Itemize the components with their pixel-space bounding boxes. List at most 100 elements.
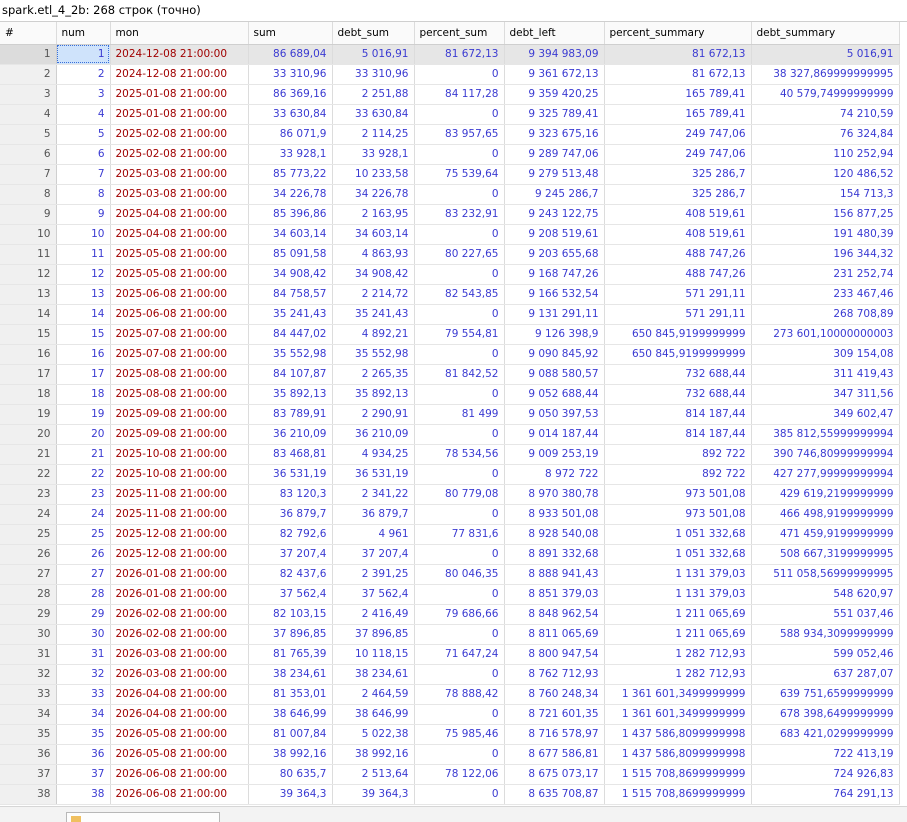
cell-debt-summary[interactable]: 268 708,89 (751, 304, 900, 325)
cell-num[interactable]: 16 (56, 344, 111, 365)
table-row[interactable]: 27 27 2026-01-08 21:00:00 82 437,6 2 391,25 8… (0, 564, 900, 585)
cell-row-number[interactable]: 22 (0, 464, 57, 485)
table-row[interactable]: 9 9 2025-04-08 21:00:00 85 396,86 2 163,95 83… (0, 204, 900, 225)
cell-debt-summary[interactable]: 273 601,10000000003 (751, 324, 900, 345)
cell-sum[interactable]: 84 107,87 (248, 364, 333, 385)
cell-mon[interactable]: 2025-03-08 21:00:00 (110, 184, 249, 205)
cell-debt-left[interactable]: 8 972 722 (504, 464, 605, 485)
cell-row-number[interactable]: 33 (0, 684, 57, 705)
table-row[interactable]: 3 3 2025-01-08 21:00:00 86 369,16 2 251,88 84… (0, 84, 900, 105)
cell-sum[interactable]: 82 437,6 (248, 564, 333, 585)
cell-percent-sum[interactable]: 75 539,64 (414, 164, 505, 185)
cell-debt-sum[interactable]: 2 391,25 (332, 564, 415, 585)
cell-num[interactable]: 22 (56, 464, 111, 485)
cell-row-number[interactable]: 38 (0, 784, 57, 805)
cell-row-number[interactable]: 14 (0, 304, 57, 325)
cell-num[interactable]: 15 (56, 324, 111, 345)
cell-debt-left[interactable]: 8 928 540,08 (504, 524, 605, 545)
cell-row-number[interactable]: 19 (0, 404, 57, 425)
cell-row-number[interactable]: 20 (0, 424, 57, 445)
column-header-debt-summary[interactable]: debt_summary (751, 22, 900, 45)
cell-row-number[interactable]: 25 (0, 524, 57, 545)
table-row[interactable]: 18 18 2025-08-08 21:00:00 35 892,13 35 892,1… (0, 384, 900, 405)
cell-percent-summary[interactable]: 165 789,41 (604, 84, 752, 105)
cell-percent-sum[interactable]: 0 (414, 344, 505, 365)
table-row[interactable]: 12 12 2025-05-08 21:00:00 34 908,42 34 908,4… (0, 264, 900, 285)
cell-percent-sum[interactable]: 81 499 (414, 404, 505, 425)
cell-row-number[interactable]: 23 (0, 484, 57, 505)
cell-debt-summary[interactable]: 511 058,56999999995 (751, 564, 900, 585)
cell-debt-sum[interactable]: 2 114,25 (332, 124, 415, 145)
cell-num[interactable]: 33 (56, 684, 111, 705)
cell-percent-summary[interactable]: 650 845,9199999999 (604, 344, 752, 365)
cell-debt-sum[interactable]: 36 879,7 (332, 504, 415, 525)
cell-debt-summary[interactable]: 427 277,99999999994 (751, 464, 900, 485)
cell-num[interactable]: 34 (56, 704, 111, 725)
cell-debt-left[interactable]: 9 050 397,53 (504, 404, 605, 425)
cell-num[interactable]: 23 (56, 484, 111, 505)
results-grid[interactable]: # num mon sum debt_sum percent_sum debt_left pe… (0, 21, 907, 807)
table-row[interactable]: 33 33 2026-04-08 21:00:00 81 353,01 2 464,59… (0, 684, 900, 705)
cell-row-number[interactable]: 10 (0, 224, 57, 245)
cell-num[interactable]: 25 (56, 524, 111, 545)
cell-debt-sum[interactable]: 36 210,09 (332, 424, 415, 445)
cell-debt-summary[interactable]: 191 480,39 (751, 224, 900, 245)
cell-debt-left[interactable]: 9 052 688,44 (504, 384, 605, 405)
cell-num[interactable]: 37 (56, 764, 111, 785)
cell-debt-sum[interactable]: 33 928,1 (332, 144, 415, 165)
table-row[interactable]: 10 10 2025-04-08 21:00:00 34 603,14 34 603,1… (0, 224, 900, 245)
cell-debt-sum[interactable]: 33 310,96 (332, 64, 415, 85)
cell-percent-sum[interactable]: 77 831,6 (414, 524, 505, 545)
table-row[interactable]: 11 11 2025-05-08 21:00:00 85 091,58 4 863,93… (0, 244, 900, 265)
cell-debt-left[interactable]: 9 361 672,13 (504, 64, 605, 85)
cell-percent-summary[interactable]: 1 361 601,3499999999 (604, 684, 752, 705)
cell-percent-summary[interactable]: 325 286,7 (604, 164, 752, 185)
table-row[interactable]: 26 26 2025-12-08 21:00:00 37 207,4 37 207,4 0… (0, 544, 900, 565)
cell-row-number[interactable]: 16 (0, 344, 57, 365)
cell-num[interactable]: 6 (56, 144, 111, 165)
cell-percent-summary[interactable]: 1 361 601,3499999999 (604, 704, 752, 725)
cell-sum[interactable]: 85 773,22 (248, 164, 333, 185)
cell-debt-left[interactable]: 9 168 747,26 (504, 264, 605, 285)
cell-sum[interactable]: 84 758,57 (248, 284, 333, 305)
cell-percent-sum[interactable]: 0 (414, 184, 505, 205)
cell-sum[interactable]: 83 789,91 (248, 404, 333, 425)
table-row[interactable]: 24 24 2025-11-08 21:00:00 36 879,7 36 879,7 0… (0, 504, 900, 525)
cell-debt-summary[interactable]: 38 327,869999999995 (751, 64, 900, 85)
cell-mon[interactable]: 2025-01-08 21:00:00 (110, 84, 249, 105)
column-header-percent-sum[interactable]: percent_sum (414, 22, 505, 45)
cell-debt-left[interactable]: 9 279 513,48 (504, 164, 605, 185)
cell-num[interactable]: 13 (56, 284, 111, 305)
cell-mon[interactable]: 2025-10-08 21:00:00 (110, 464, 249, 485)
cell-debt-left[interactable]: 8 635 708,87 (504, 784, 605, 805)
cell-debt-sum[interactable]: 37 896,85 (332, 624, 415, 645)
cell-debt-left[interactable]: 9 009 253,19 (504, 444, 605, 465)
cell-percent-sum[interactable]: 80 779,08 (414, 484, 505, 505)
cell-debt-summary[interactable]: 233 467,46 (751, 284, 900, 305)
cell-row-number[interactable]: 12 (0, 264, 57, 285)
cell-mon[interactable]: 2026-03-08 21:00:00 (110, 644, 249, 665)
column-header-percent-summary[interactable]: percent_summary (604, 22, 752, 45)
cell-sum[interactable]: 84 447,02 (248, 324, 333, 345)
table-row[interactable]: 32 32 2026-03-08 21:00:00 38 234,61 38 234,6… (0, 664, 900, 685)
table-row[interactable]: 19 19 2025-09-08 21:00:00 83 789,91 2 290,91… (0, 404, 900, 425)
cell-debt-summary[interactable]: 110 252,94 (751, 144, 900, 165)
table-row[interactable]: 5 5 2025-02-08 21:00:00 86 071,9 2 114,25 83 … (0, 124, 900, 145)
cell-debt-sum[interactable]: 39 364,3 (332, 784, 415, 805)
table-row[interactable]: 8 8 2025-03-08 21:00:00 34 226,78 34 226,78 0… (0, 184, 900, 205)
cell-mon[interactable]: 2026-03-08 21:00:00 (110, 664, 249, 685)
cell-debt-sum[interactable]: 37 207,4 (332, 544, 415, 565)
table-row[interactable]: 22 22 2025-10-08 21:00:00 36 531,19 36 531,1… (0, 464, 900, 485)
table-row[interactable]: 6 6 2025-02-08 21:00:00 33 928,1 33 928,1 0 9 … (0, 144, 900, 165)
cell-sum[interactable]: 81 007,84 (248, 724, 333, 745)
cell-percent-summary[interactable]: 650 845,9199999999 (604, 324, 752, 345)
cell-debt-sum[interactable]: 5 016,91 (332, 44, 415, 65)
cell-num[interactable]: 28 (56, 584, 111, 605)
cell-percent-summary[interactable]: 1 211 065,69 (604, 604, 752, 625)
cell-debt-left[interactable]: 9 088 580,57 (504, 364, 605, 385)
table-row[interactable]: 17 17 2025-08-08 21:00:00 84 107,87 2 265,35… (0, 364, 900, 385)
cell-debt-left[interactable]: 9 243 122,75 (504, 204, 605, 225)
cell-debt-left[interactable]: 8 933 501,08 (504, 504, 605, 525)
cell-mon[interactable]: 2025-08-08 21:00:00 (110, 384, 249, 405)
table-row[interactable]: 29 29 2026-02-08 21:00:00 82 103,15 2 416,49… (0, 604, 900, 625)
